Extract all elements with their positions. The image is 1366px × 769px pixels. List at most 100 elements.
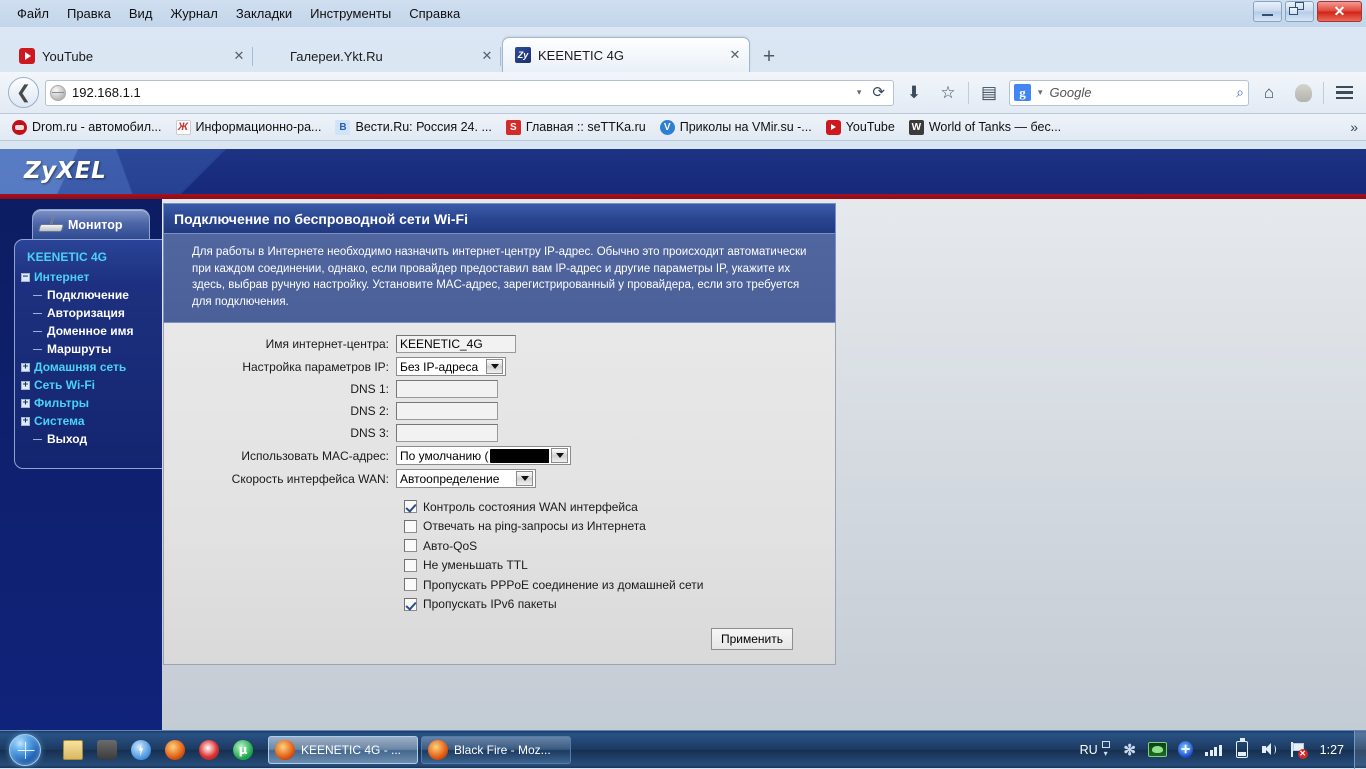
bookmark-vesti[interactable]: В Вести.Ru: Россия 24. ...: [329, 118, 497, 137]
url-bar[interactable]: 192.168.1.1 ▾ ⟳: [45, 80, 894, 106]
sidebar-item-sistema[interactable]: + Система: [15, 412, 162, 430]
menu-view[interactable]: Вид: [120, 3, 162, 24]
expand-icon[interactable]: +: [21, 417, 30, 426]
tab-monitor[interactable]: Монитор: [32, 209, 150, 239]
new-tab-button[interactable]: +: [754, 42, 784, 72]
checkbox-icon[interactable]: [404, 578, 417, 591]
menu-history[interactable]: Журнал: [161, 3, 226, 24]
downloads-button[interactable]: ⬇: [900, 79, 928, 107]
tray-bluetooth[interactable]: ✻: [1116, 735, 1144, 765]
tray-bluetooth-active[interactable]: ✛: [1172, 735, 1200, 765]
search-icon[interactable]: ⌕: [1236, 84, 1244, 101]
language-indicator[interactable]: RU ▾: [1070, 741, 1116, 758]
menu-file[interactable]: Файл: [8, 3, 58, 24]
quicklaunch-world-of-tanks[interactable]: [90, 734, 124, 766]
checkbox-row-no-ttl-decrement[interactable]: Не уменьшать TTL: [164, 556, 835, 576]
reader-button[interactable]: ▤: [975, 79, 1003, 107]
checkbox-row-auto-qos[interactable]: Авто-QoS: [164, 536, 835, 556]
back-button[interactable]: ❮: [8, 77, 39, 108]
checkbox-icon[interactable]: [404, 520, 417, 533]
close-icon[interactable]: ✕: [231, 48, 247, 64]
menu-tools[interactable]: Инструменты: [301, 3, 400, 24]
quicklaunch-firefox[interactable]: [158, 734, 192, 766]
profile-button[interactable]: [1289, 79, 1317, 107]
tray-nvidia[interactable]: [1144, 735, 1172, 765]
reload-icon[interactable]: ⟳: [870, 83, 889, 103]
sidebar-item-domashnyaya-set[interactable]: + Домашняя сеть: [15, 358, 162, 376]
start-button[interactable]: [2, 733, 48, 767]
clock[interactable]: 1:27: [1312, 743, 1354, 757]
search-input[interactable]: Google: [1050, 85, 1233, 100]
language-bar-icon: ▾: [1102, 741, 1110, 758]
sidebar-item-vyhod[interactable]: Выход: [15, 430, 162, 448]
search-bar[interactable]: g ▾ Google ⌕: [1009, 80, 1249, 106]
menu-help[interactable]: Справка: [400, 3, 469, 24]
menu-edit[interactable]: Правка: [58, 3, 120, 24]
tray-network-signal[interactable]: [1200, 735, 1228, 765]
close-icon[interactable]: ✕: [727, 47, 743, 63]
checkbox-icon[interactable]: [404, 539, 417, 552]
tray-volume[interactable]: [1256, 735, 1284, 765]
restore-button[interactable]: [1285, 1, 1314, 22]
sidebar-item-podklyuchenie[interactable]: Подключение: [15, 286, 162, 304]
menu-bookmarks[interactable]: Закладки: [227, 3, 301, 24]
collapse-icon[interactable]: −: [21, 273, 30, 282]
bookmark-button[interactable]: ☆: [934, 79, 962, 107]
chevron-down-icon[interactable]: ▾: [854, 87, 865, 98]
checkbox-row-ipv6-passthrough[interactable]: Пропускать IPv6 пакеты: [164, 595, 835, 615]
chevron-down-icon[interactable]: [516, 471, 533, 486]
tray-battery[interactable]: [1228, 735, 1256, 765]
quicklaunch-folder[interactable]: [56, 734, 90, 766]
apply-button[interactable]: Применить: [711, 628, 793, 650]
bookmark-vmir[interactable]: V Приколы на VMir.su -...: [654, 118, 818, 137]
expand-icon[interactable]: +: [21, 399, 30, 408]
navigation-toolbar: ❮ 192.168.1.1 ▾ ⟳ ⬇ ☆ ▤ g ▾ Google ⌕ ⌂: [0, 72, 1366, 114]
tab-youtube[interactable]: YouTube ✕: [6, 39, 254, 72]
sidebar-item-filtry[interactable]: + Фильтры: [15, 394, 162, 412]
ip-settings-select[interactable]: Без IP-адреса: [396, 357, 506, 376]
chevron-down-icon[interactable]: [486, 359, 503, 374]
app-menu-button[interactable]: [1330, 79, 1358, 107]
chevron-down-icon[interactable]: [551, 448, 568, 463]
wan-speed-select[interactable]: Автоопределение: [396, 469, 536, 488]
dns2-input[interactable]: [396, 402, 498, 420]
bookmark-drom[interactable]: Drom.ru - автомобил...: [6, 118, 168, 137]
bookmark-info[interactable]: Ж Информационно-ра...: [170, 118, 328, 137]
close-icon[interactable]: ✕: [479, 48, 495, 64]
tab-keenetic-4g[interactable]: Zy KEENETIC 4G ✕: [502, 37, 750, 72]
bookmark-youtube[interactable]: YouTube: [820, 118, 901, 137]
close-button[interactable]: ✕: [1317, 1, 1362, 22]
tray-action-center[interactable]: ✕: [1284, 735, 1312, 765]
sidebar-item-domennoe-imya[interactable]: Доменное имя: [15, 322, 162, 340]
bookmark-settka[interactable]: S Главная :: seTTKa.ru: [500, 118, 652, 137]
sidebar-item-internet[interactable]: − Интернет: [15, 268, 162, 286]
checkbox-row-pppoe-passthrough[interactable]: Пропускать PPPoE соединение из домашней …: [164, 575, 835, 595]
checkbox-row-wan-monitor[interactable]: Контроль состояния WAN интерфейса: [164, 497, 835, 517]
quicklaunch-utorrent[interactable]: µ: [226, 734, 260, 766]
expand-icon[interactable]: +: [21, 363, 30, 372]
minimize-button[interactable]: [1253, 1, 1282, 22]
quicklaunch-flash[interactable]: [124, 734, 158, 766]
home-button[interactable]: ⌂: [1255, 79, 1283, 107]
checkbox-icon[interactable]: [404, 559, 417, 572]
sidebar-item-set-wifi[interactable]: + Сеть Wi-Fi: [15, 376, 162, 394]
tab-galerei-ykt[interactable]: Галереи.Ykt.Ru ✕: [254, 39, 502, 72]
dns1-input[interactable]: [396, 380, 498, 398]
mac-address-select[interactable]: По умолчанию (: [396, 446, 571, 465]
bookmark-world-of-tanks[interactable]: W World of Tanks — бес...: [903, 118, 1067, 137]
checkbox-icon[interactable]: [404, 598, 417, 611]
show-desktop-button[interactable]: [1354, 731, 1366, 769]
expand-icon[interactable]: +: [21, 381, 30, 390]
checkbox-icon[interactable]: [404, 500, 417, 513]
quicklaunch-opera[interactable]: [192, 734, 226, 766]
chevron-down-icon[interactable]: ▾: [1035, 87, 1046, 98]
taskbar-button-keenetic[interactable]: KEENETIC 4G - ...: [268, 736, 418, 764]
sidebar-item-avtorizaciya[interactable]: Авторизация: [15, 304, 162, 322]
url-input[interactable]: 192.168.1.1: [72, 85, 848, 100]
taskbar-button-black-fire[interactable]: Black Fire - Moz...: [421, 736, 571, 764]
sidebar-item-marshruty[interactable]: Маршруты: [15, 340, 162, 358]
dns3-input[interactable]: [396, 424, 498, 442]
device-name-input[interactable]: KEENETIC_4G: [396, 335, 516, 353]
bookmarks-overflow-icon[interactable]: »: [1350, 119, 1362, 135]
checkbox-row-ping-reply[interactable]: Отвечать на ping-запросы из Интернета: [164, 517, 835, 537]
